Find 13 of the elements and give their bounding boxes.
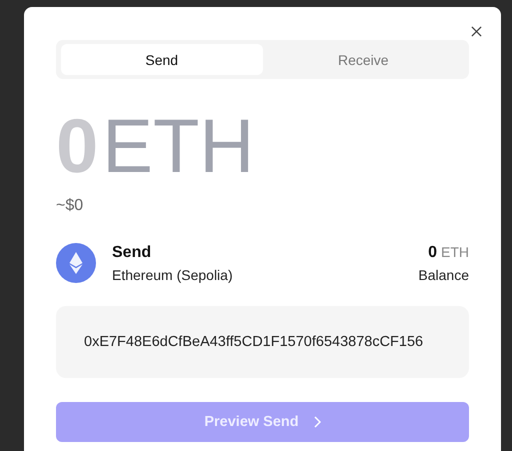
amount-unit: ETH: [102, 109, 254, 185]
balance-label: Balance: [418, 266, 469, 282]
fiat-value: ~$0: [56, 197, 84, 215]
close-icon[interactable]: [471, 26, 482, 37]
balance-amount: 0: [428, 244, 437, 262]
tab[interactable]: Send: [61, 44, 262, 75]
network-name: Ethereum (Sepolia): [112, 266, 233, 282]
asset-title: Send: [112, 244, 152, 262]
balance-unit: ETH: [441, 244, 469, 260]
ethereum-icon: [56, 243, 96, 283]
chevron-right-icon: [312, 416, 321, 428]
address-field[interactable]: 0xE7F48E6dCfBeA43ff5CD1F1570f6543878cCF156: [56, 306, 469, 378]
tab[interactable]: Receive: [262, 44, 464, 75]
